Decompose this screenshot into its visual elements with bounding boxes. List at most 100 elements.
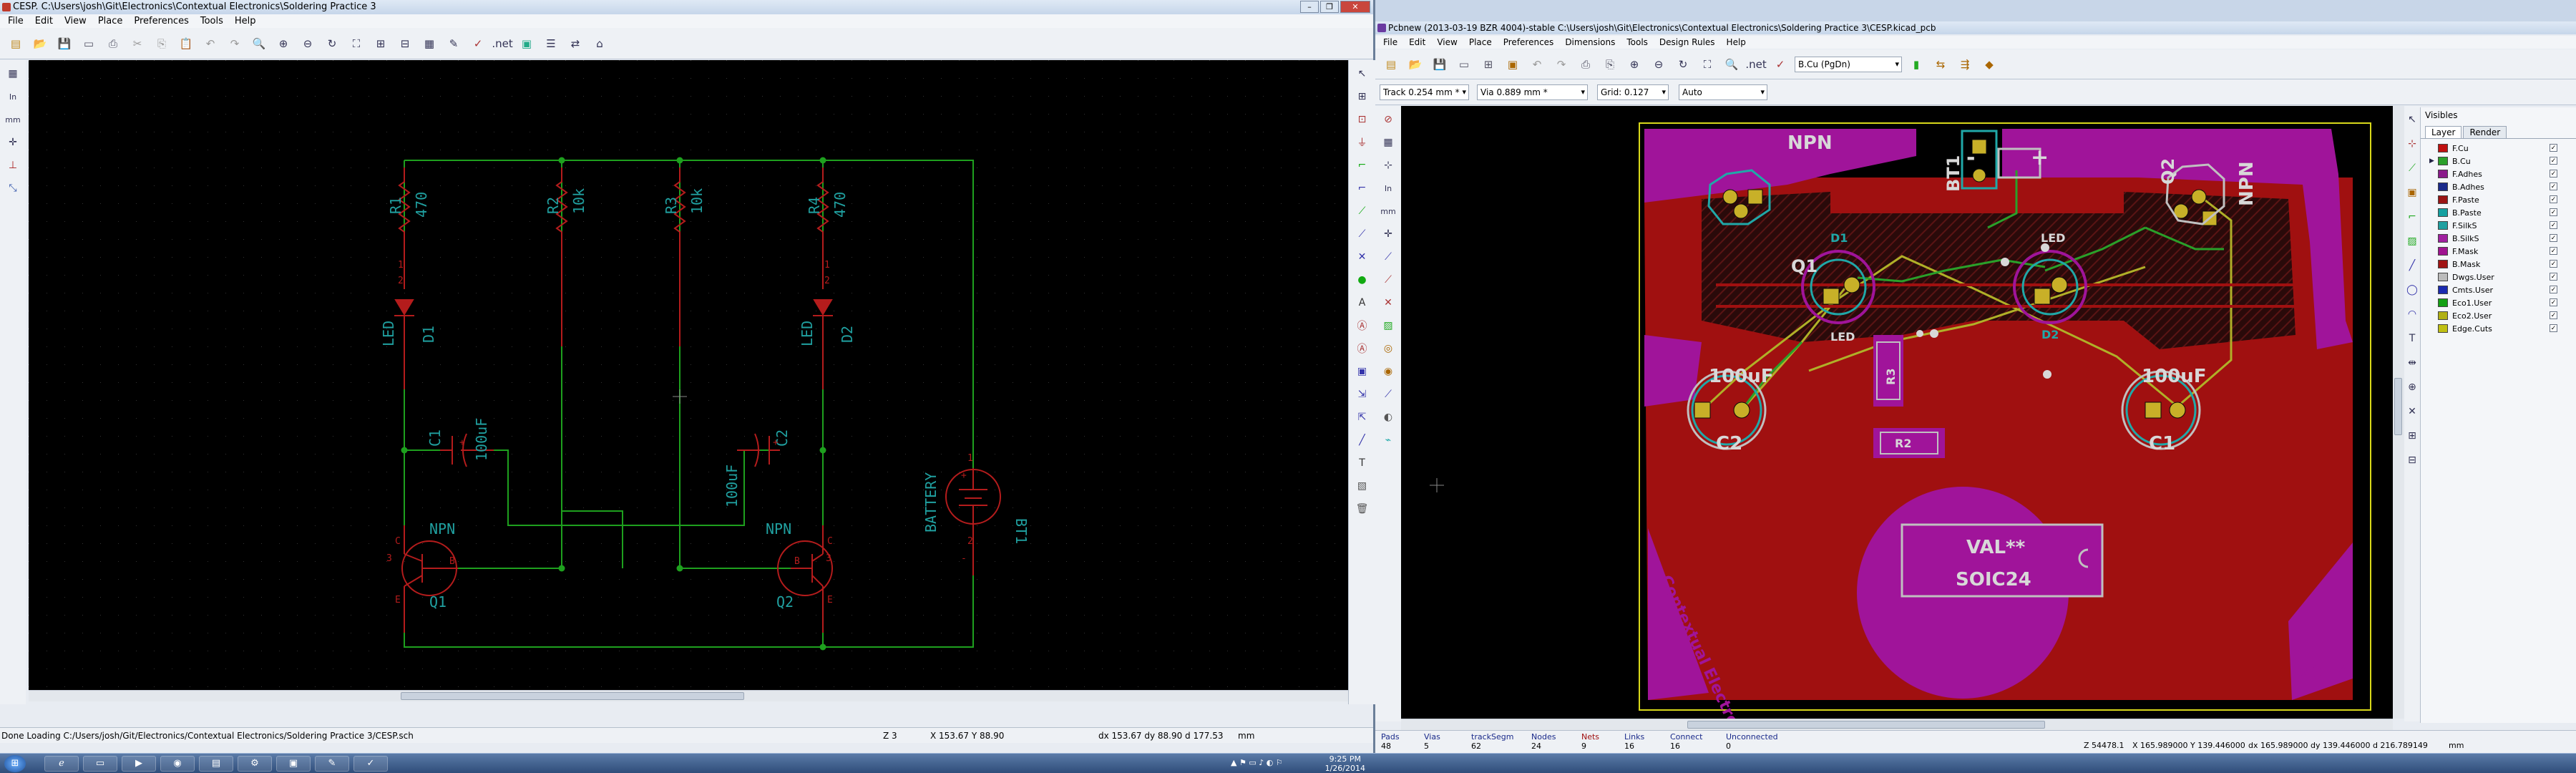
menu-place[interactable]: Place bbox=[93, 14, 128, 28]
zoom-select[interactable]: Auto bbox=[1679, 84, 1767, 100]
global-label-icon[interactable]: Ⓐ bbox=[1352, 316, 1372, 335]
layer-color-swatch[interactable] bbox=[2438, 170, 2448, 178]
wire-to-bus-icon[interactable]: ⟋ bbox=[1352, 202, 1372, 220]
graphic-text-icon[interactable]: T bbox=[1352, 454, 1372, 472]
layer-color-swatch[interactable] bbox=[2438, 324, 2448, 333]
set-grid-origin-icon[interactable]: ⊟ bbox=[2405, 451, 2419, 470]
netlist-icon[interactable]: .net bbox=[1745, 54, 1766, 74]
pcb-hscroll[interactable] bbox=[1401, 719, 2393, 730]
drc-icon[interactable]: ✓ bbox=[1770, 54, 1790, 74]
layer-color-swatch[interactable] bbox=[2438, 221, 2448, 230]
layer-row[interactable]: F.Adhes ✓ bbox=[2421, 167, 2576, 180]
layer-row[interactable]: B.Adhes ✓ bbox=[2421, 180, 2576, 193]
pcbnew-icon[interactable]: ⌂ bbox=[590, 34, 610, 54]
layer-visible-checkbox[interactable]: ✓ bbox=[2550, 247, 2557, 255]
layer-visible-checkbox[interactable]: ✓ bbox=[2550, 170, 2557, 178]
layer-pair-icon[interactable]: ▮ bbox=[1906, 54, 1926, 74]
taskbar-folder-icon[interactable]: ▤ bbox=[199, 756, 233, 772]
layer-color-swatch[interactable] bbox=[2438, 195, 2448, 204]
layer-name[interactable]: F.Paste bbox=[2452, 195, 2479, 205]
layer-name[interactable]: B.Adhes bbox=[2452, 183, 2484, 192]
cut-icon[interactable]: ✂ bbox=[127, 34, 147, 54]
layer-name[interactable]: F.SilkS bbox=[2452, 221, 2477, 230]
freeroute-icon[interactable]: ◆ bbox=[1979, 54, 1999, 74]
page-settings-icon[interactable]: ▭ bbox=[1454, 54, 1474, 74]
layer-name[interactable]: B.Paste bbox=[2452, 208, 2482, 218]
print-icon[interactable]: ⎙ bbox=[1576, 54, 1596, 74]
menu-help[interactable]: Help bbox=[230, 14, 261, 28]
units-inch-icon[interactable]: In bbox=[1378, 179, 1398, 198]
layer-row[interactable]: F.SilkS ✓ bbox=[2421, 219, 2576, 232]
delete-icon[interactable]: 🗑 bbox=[1352, 500, 1372, 518]
layer-color-swatch[interactable] bbox=[2438, 273, 2448, 281]
zoom-fit-icon[interactable]: ⛶ bbox=[1697, 54, 1717, 74]
import-pin-icon[interactable]: ⇲ bbox=[1352, 385, 1372, 404]
layer-color-swatch[interactable] bbox=[2438, 144, 2448, 152]
track-width-select[interactable]: Track 0.254 mm * bbox=[1380, 84, 1469, 100]
page-settings-icon[interactable]: ▭ bbox=[79, 34, 99, 54]
layer-name[interactable]: B.Cu bbox=[2452, 157, 2471, 166]
annotate-icon[interactable]: ✎ bbox=[444, 34, 464, 54]
grid-toggle-icon[interactable]: ▦ bbox=[3, 64, 23, 83]
layer-visible-checkbox[interactable]: ✓ bbox=[2550, 273, 2557, 281]
layer-visible-checkbox[interactable]: ✓ bbox=[2550, 208, 2557, 216]
layer-row[interactable]: B.Mask ✓ bbox=[2421, 258, 2576, 271]
zoom-fit-icon[interactable]: ⛶ bbox=[346, 34, 366, 54]
bom-icon[interactable]: ☰ bbox=[541, 34, 561, 54]
add-text-icon[interactable]: T bbox=[2405, 329, 2419, 348]
print-icon[interactable]: ⎙ bbox=[103, 34, 123, 54]
menu-preferences[interactable]: Preferences bbox=[1498, 36, 1559, 49]
bus-to-bus-icon[interactable]: ⟋ bbox=[1352, 225, 1372, 243]
redo-icon[interactable]: ↷ bbox=[1551, 54, 1571, 74]
layer-name[interactable]: B.Mask bbox=[2452, 260, 2480, 269]
erc-icon[interactable]: ✓ bbox=[468, 34, 488, 54]
microwave-icon[interactable]: ⌁ bbox=[1378, 431, 1398, 449]
tracks-sketch-icon[interactable]: ⟋ bbox=[1378, 385, 1398, 404]
menu-view[interactable]: View bbox=[1432, 36, 1462, 49]
layer-color-swatch[interactable] bbox=[2438, 183, 2448, 191]
layer-name[interactable]: Dwgs.User bbox=[2452, 273, 2494, 282]
layer-visible-checkbox[interactable]: ✓ bbox=[2550, 311, 2557, 319]
copy-icon[interactable]: ⎘ bbox=[152, 34, 172, 54]
drc-off-icon[interactable]: ⊘ bbox=[1378, 110, 1398, 129]
backanno-icon[interactable]: ⇄ bbox=[565, 34, 585, 54]
pads-sketch-icon[interactable]: ◎ bbox=[1378, 339, 1398, 358]
layer-visible-checkbox[interactable]: ✓ bbox=[2550, 157, 2557, 165]
menu-view[interactable]: View bbox=[59, 14, 92, 28]
add-target-icon[interactable]: ⊕ bbox=[2405, 378, 2419, 397]
hier-label-icon[interactable]: Ⓐ bbox=[1352, 339, 1372, 358]
delete-icon[interactable]: ✕ bbox=[2405, 402, 2419, 421]
menu-tools[interactable]: Tools bbox=[195, 14, 228, 28]
no-connect-icon[interactable]: ✕ bbox=[1352, 248, 1372, 266]
menu-edit[interactable]: Edit bbox=[30, 14, 58, 28]
menu-edit[interactable]: Edit bbox=[1404, 36, 1430, 49]
grid-toggle-icon[interactable]: ▦ bbox=[1378, 133, 1398, 152]
taskbar-explorer-icon[interactable]: ▭ bbox=[83, 756, 117, 772]
layer-visible-checkbox[interactable]: ✓ bbox=[2550, 221, 2557, 229]
layer-select[interactable]: B.Cu (PgDn) bbox=[1795, 56, 1902, 72]
pcb-canvas[interactable]: NPN NPN Q1 Q2 D1 D2 LED LED 100uF 100uF … bbox=[1401, 106, 2393, 719]
taskbar-clock[interactable]: 9:25 PM 1/26/2014 bbox=[1325, 754, 1365, 773]
close-button[interactable]: ✕ bbox=[1340, 1, 1370, 13]
layer-name[interactable]: Cmts.User bbox=[2452, 286, 2493, 295]
cvpcb-icon[interactable]: ▣ bbox=[517, 34, 537, 54]
cursor-shape-icon[interactable]: ✛ bbox=[1378, 225, 1398, 243]
autoroute-icon[interactable]: ⇆ bbox=[1931, 54, 1951, 74]
layer-color-swatch[interactable] bbox=[2438, 247, 2448, 256]
save-icon[interactable]: 💾 bbox=[54, 34, 74, 54]
hier-sheet-icon[interactable]: ▣ bbox=[1352, 362, 1372, 381]
taskbar-ie-icon[interactable]: ℯ bbox=[44, 756, 79, 772]
menu-help[interactable]: Help bbox=[1722, 36, 1751, 49]
schematic-canvas[interactable]: R1 R2 R3 R4 D1 D2 C1 C2 Q1 Q2 BT1 470 10… bbox=[29, 60, 1348, 690]
bus-wire-icon[interactable]: ⤡ bbox=[3, 179, 23, 198]
local-ratsnest-icon[interactable]: ⟋ bbox=[2405, 159, 2419, 178]
find-icon[interactable]: 🔍 bbox=[1722, 54, 1742, 74]
units-mm-icon[interactable]: mm bbox=[1378, 202, 1398, 220]
zoom-out-icon[interactable]: ⊖ bbox=[298, 34, 318, 54]
maximize-button[interactable]: ❐ bbox=[1320, 1, 1339, 13]
units-inch-icon[interactable]: In bbox=[3, 87, 23, 106]
junction-icon[interactable]: ● bbox=[1352, 271, 1372, 289]
layer-visible-checkbox[interactable]: ✓ bbox=[2550, 260, 2557, 268]
zoom-in-icon[interactable]: ⊕ bbox=[273, 34, 293, 54]
taskbar-chrome-icon[interactable]: ◉ bbox=[160, 756, 195, 772]
